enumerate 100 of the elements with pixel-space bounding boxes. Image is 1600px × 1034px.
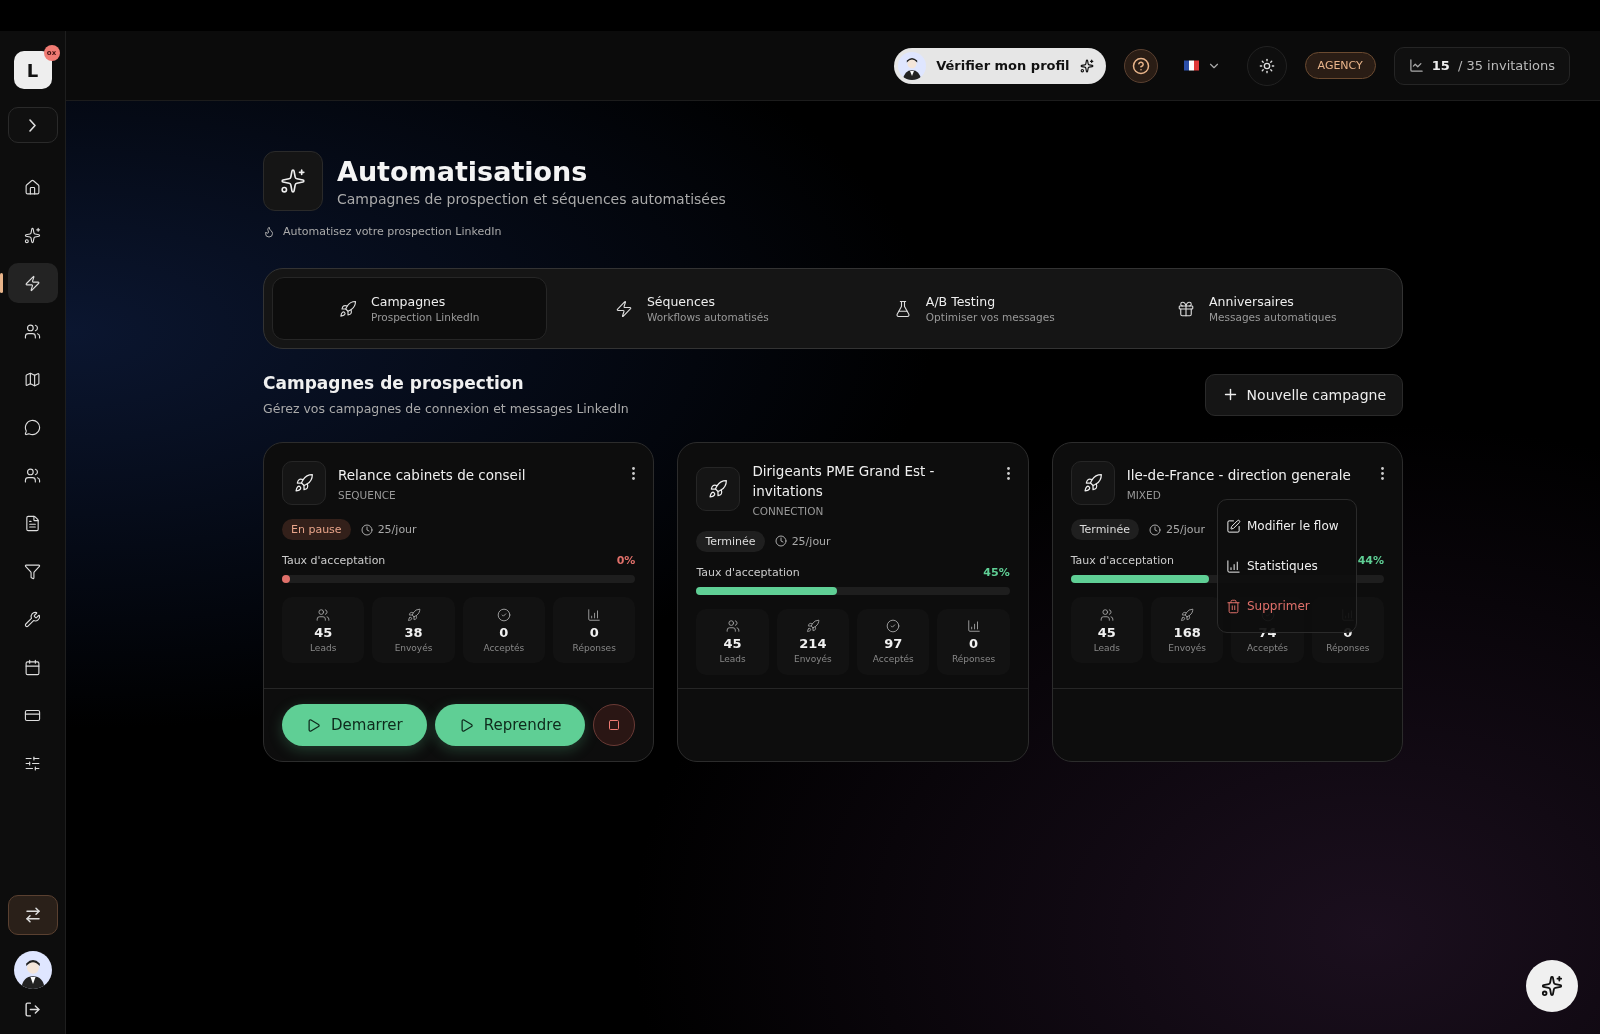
- stat-value: 0: [1343, 624, 1353, 640]
- more-icon: [632, 467, 636, 480]
- logout-icon: [24, 1001, 41, 1018]
- sun-icon: [1258, 57, 1275, 74]
- tab[interactable]: Séquences Workflows automatisés: [554, 277, 829, 340]
- users-icon: [1099, 607, 1114, 622]
- rocket-icon: [805, 619, 820, 633]
- tab-subtitle: Prospection LinkedIn: [371, 311, 480, 323]
- tab-title: Séquences: [646, 294, 717, 309]
- stat-value: 168: [1173, 624, 1201, 640]
- users-icon: [725, 619, 740, 633]
- edit-icon: [1226, 518, 1241, 534]
- sparkles-icon: [24, 226, 41, 244]
- stat-value: 45: [1097, 624, 1116, 640]
- tab[interactable]: Anniversaires Messages automatiques: [1119, 277, 1394, 340]
- lightning-icon: [24, 274, 41, 292]
- stat-value: 0: [499, 624, 509, 640]
- rocket-icon: [1082, 473, 1103, 493]
- tab-subtitle: Workflows automatisés: [646, 311, 769, 323]
- campaign-name: Ile-de-France - direction generale: [1126, 466, 1352, 486]
- tab-title: Anniversaires: [1209, 294, 1295, 309]
- menu-item[interactable]: Modifier le flow: [1218, 506, 1356, 546]
- flask-icon: [893, 299, 912, 318]
- calendar-icon: [24, 658, 41, 676]
- stop-icon: [608, 719, 621, 731]
- section-title: Campagnes de prospection: [263, 373, 525, 393]
- stat-label: Envoyés: [1168, 642, 1207, 653]
- clock-icon: [1148, 523, 1161, 536]
- map-icon: [24, 370, 41, 388]
- chevron-right-icon: [29, 118, 36, 132]
- stat-label: Réponses: [951, 654, 996, 664]
- clock-icon: [774, 535, 787, 547]
- status-badge: Terminée: [1070, 519, 1139, 540]
- stat-value: 0: [589, 624, 599, 640]
- check-circle-icon: [496, 607, 511, 622]
- acceptance-label: Taux d'acceptation: [1070, 554, 1175, 567]
- status-badge: Terminée: [696, 530, 765, 552]
- daily-limit: 25/jour: [377, 523, 417, 536]
- rocket-icon: [406, 607, 421, 622]
- stat-label: Envoyés: [793, 654, 832, 664]
- sparkles-icon: [1079, 58, 1094, 73]
- sparkles-icon: [280, 168, 306, 194]
- stat-value: 45: [314, 624, 333, 640]
- menu-item[interactable]: Supprimer: [1218, 586, 1356, 626]
- new-campaign-button[interactable]: Nouvelle campagne: [1204, 373, 1403, 416]
- page-subtitle: Campagnes de prospection et séquences automatisées: [337, 190, 726, 207]
- active-indicator: [0, 273, 3, 293]
- home-icon: [24, 178, 41, 196]
- more-icon: [1006, 467, 1010, 480]
- acceptance-label: Taux d'acceptation: [282, 554, 386, 567]
- users-icon: [24, 322, 41, 340]
- gift-icon: [1177, 299, 1196, 318]
- bar-chart-icon: [1226, 558, 1241, 574]
- stat-label: Réponses: [1326, 642, 1370, 653]
- campaign-type: CONNECTION: [752, 504, 825, 517]
- tab[interactable]: Campagnes Prospection LinkedIn: [272, 277, 547, 340]
- switch-account-button[interactable]: [7, 895, 58, 935]
- play-icon: [306, 717, 321, 733]
- user-avatar[interactable]: [13, 951, 52, 989]
- acceptance-rate: 0%: [616, 554, 636, 567]
- rocket-icon: [708, 478, 729, 499]
- help-button[interactable]: [1123, 48, 1158, 83]
- stat-label: Acceptés: [1247, 642, 1288, 653]
- stat-label: Leads: [719, 654, 746, 664]
- campaign-name: Dirigeants PME Grand Est - invitations: [752, 462, 936, 502]
- check-circle-icon: [886, 619, 901, 633]
- bar-chart-icon: [966, 619, 981, 633]
- lightning-icon: [614, 299, 633, 318]
- page-title: Automatisations: [337, 155, 589, 187]
- flag-icon: [1183, 60, 1199, 71]
- stat-value: 0: [969, 636, 979, 651]
- verify-profile-button[interactable]: Vérifier mon profil: [894, 47, 1106, 84]
- swap-arrows-icon: [23, 906, 42, 924]
- clock-icon: [360, 523, 373, 536]
- stat-label: Leads: [310, 642, 337, 653]
- rocket-icon: [1180, 607, 1195, 622]
- stat-value: 38: [404, 624, 423, 640]
- stat-value: 45: [723, 636, 742, 651]
- ai-assistant-button[interactable]: [1526, 960, 1578, 1012]
- play-button[interactable]: Demarrer: [282, 704, 427, 746]
- help-icon: [1131, 56, 1150, 75]
- stat-label: Leads: [1093, 642, 1120, 653]
- tab-subtitle: Optimiser vos messages: [925, 311, 1055, 323]
- acceptance-label: Taux d'acceptation: [696, 565, 800, 579]
- rocket-icon: [339, 299, 357, 318]
- sparkles-icon: [1541, 975, 1563, 997]
- rocket-icon: [294, 473, 314, 493]
- play-button[interactable]: Reprendre: [434, 704, 586, 746]
- plan-badge: AGENCY: [1304, 52, 1376, 79]
- stat-label: Réponses: [572, 642, 616, 653]
- tab-title: A/B Testing: [925, 294, 997, 309]
- document-icon: [24, 514, 41, 532]
- tab[interactable]: A/B Testing Optimiser vos messages: [837, 277, 1112, 340]
- stat-label: Acceptés: [872, 654, 914, 664]
- invitations-total: / 35 invitations: [1457, 58, 1555, 73]
- daily-limit: 25/jour: [791, 534, 831, 548]
- stat-label: Envoyés: [394, 642, 433, 653]
- section-subtitle: Gérez vos campagnes de connexion et messages LinkedIn: [263, 401, 629, 416]
- menu-item[interactable]: Statistiques: [1218, 546, 1356, 586]
- wrench-icon: [24, 610, 41, 628]
